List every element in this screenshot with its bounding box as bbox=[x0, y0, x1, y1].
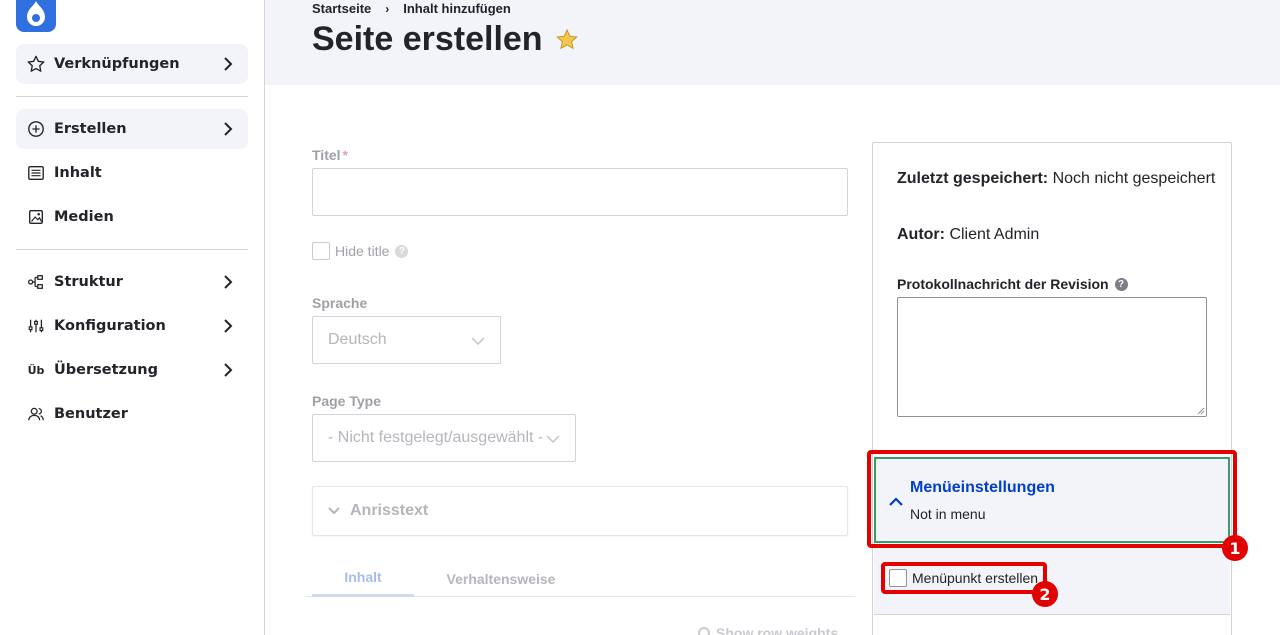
teaser-label: Anrisstext bbox=[350, 502, 429, 519]
sidebar-item-create[interactable]: Erstellen bbox=[16, 109, 248, 149]
chevron-up-icon bbox=[889, 497, 903, 506]
list-icon bbox=[26, 163, 46, 183]
breadcrumb-link-home[interactable]: Startseite bbox=[312, 1, 371, 16]
page-title-text: Seite erstellen bbox=[312, 20, 543, 58]
sidebar-item-label: Inhalt bbox=[54, 165, 102, 181]
users-icon bbox=[26, 404, 46, 424]
annotation-badge-1: 1 bbox=[1222, 535, 1248, 561]
create-menu-item-label: Menüpunkt erstellen bbox=[912, 570, 1039, 586]
sidebar: Verknüpfungen Erstellen Inhalt Medien St… bbox=[0, 0, 265, 635]
chevron-right-icon bbox=[224, 275, 233, 289]
eye-icon bbox=[698, 627, 710, 635]
sidebar-item-structure[interactable]: Struktur bbox=[16, 262, 248, 302]
sidebar-item-media[interactable]: Medien bbox=[16, 197, 248, 237]
title-label: Titel * bbox=[312, 147, 348, 163]
create-menu-item-checkbox[interactable] bbox=[889, 569, 907, 587]
page-type-select[interactable]: - Nicht festgelegt/ausgewählt - bbox=[312, 414, 576, 462]
sidebar-item-label: Verknüpfungen bbox=[54, 56, 180, 72]
sidebar-item-label: Erstellen bbox=[54, 121, 127, 137]
teaser-details-toggle[interactable]: Anrisstext bbox=[312, 486, 848, 536]
breadcrumb-separator-icon: › bbox=[385, 1, 390, 16]
sidebar-item-translation[interactable]: Üb Übersetzung bbox=[16, 350, 248, 390]
language-select[interactable]: Deutsch bbox=[312, 316, 501, 364]
help-icon[interactable]: ? bbox=[1114, 277, 1128, 291]
hide-title-row: Hide title ? bbox=[312, 242, 409, 260]
breadcrumb: Startseite › Inhalt hinzufügen bbox=[312, 1, 511, 16]
tab-behavior[interactable]: Verhaltensweise bbox=[432, 560, 570, 597]
chevron-down-icon bbox=[545, 432, 561, 446]
translate-icon: Üb bbox=[27, 363, 45, 377]
chevron-down-icon bbox=[471, 337, 485, 346]
chevron-right-icon bbox=[224, 122, 233, 136]
help-icon[interactable]: ? bbox=[395, 244, 409, 258]
annotation-badge-2: 2 bbox=[1032, 581, 1058, 607]
required-marker: * bbox=[342, 147, 348, 163]
hide-title-label: Hide title bbox=[335, 243, 390, 259]
chevron-right-icon bbox=[224, 363, 233, 377]
page-type-select-value: - Nicht festgelegt/ausgewählt - bbox=[328, 429, 544, 446]
sidebar-item-shortcuts[interactable]: Verknüpfungen bbox=[16, 44, 248, 84]
sliders-icon bbox=[26, 316, 46, 336]
hide-title-checkbox[interactable] bbox=[312, 242, 330, 260]
show-row-weights-label: Show row weights bbox=[716, 625, 839, 635]
revision-log-label: Protokollnachricht der Revision ? bbox=[897, 276, 1128, 292]
chevron-right-icon bbox=[224, 319, 233, 333]
menu-settings-status: Not in menu bbox=[910, 506, 986, 522]
page-title: Seite erstellen bbox=[312, 20, 579, 59]
menu-settings-title: Menüeinstellungen bbox=[910, 479, 1055, 496]
title-input[interactable] bbox=[312, 168, 848, 216]
language-label: Sprache bbox=[312, 295, 368, 311]
sidebar-item-configuration[interactable]: Konfiguration bbox=[16, 306, 248, 346]
sidebar-item-label: Medien bbox=[54, 209, 114, 225]
breadcrumb-link-add-content[interactable]: Inhalt hinzufügen bbox=[403, 1, 511, 16]
resize-grip-icon[interactable] bbox=[1197, 407, 1205, 415]
sidebar-item-users[interactable]: Benutzer bbox=[16, 394, 248, 434]
sidebar-item-label: Übersetzung bbox=[54, 362, 158, 378]
structure-icon bbox=[26, 272, 46, 292]
author-info: Autor: Client Admin bbox=[897, 226, 1040, 243]
sidebar-item-label: Struktur bbox=[54, 274, 123, 290]
chevron-right-icon bbox=[224, 57, 233, 71]
language-select-value: Deutsch bbox=[328, 331, 387, 348]
sidebar-item-label: Benutzer bbox=[54, 406, 128, 422]
menu-settings-toggle[interactable]: Menüeinstellungen Not in menu bbox=[874, 457, 1230, 543]
content-tabs: Inhalt Verhaltensweise bbox=[306, 560, 855, 597]
sidebar-item-content[interactable]: Inhalt bbox=[16, 153, 248, 193]
create-menu-item-row: Menüpunkt erstellen bbox=[889, 569, 1038, 587]
tab-content[interactable]: Inhalt bbox=[312, 560, 414, 597]
sidebar-divider bbox=[16, 96, 248, 97]
chevron-down-icon bbox=[328, 507, 340, 515]
image-icon bbox=[26, 207, 46, 227]
last-saved-info: Zuletzt gespeichert: Noch nicht gespeich… bbox=[897, 170, 1216, 187]
drupal-logo-icon[interactable] bbox=[16, 0, 56, 32]
plus-circle-icon bbox=[26, 119, 46, 139]
sidebar-item-label: Konfiguration bbox=[54, 318, 166, 334]
show-row-weights-button[interactable]: Show row weights bbox=[698, 625, 838, 635]
favorite-star-icon[interactable] bbox=[555, 28, 579, 52]
page-type-label: Page Type bbox=[312, 393, 381, 409]
sidebar-divider bbox=[16, 249, 248, 250]
page-header: Startseite › Inhalt hinzufügen Seite ers… bbox=[265, 0, 1280, 85]
star-icon bbox=[26, 54, 46, 74]
revision-log-textarea[interactable] bbox=[897, 297, 1207, 417]
